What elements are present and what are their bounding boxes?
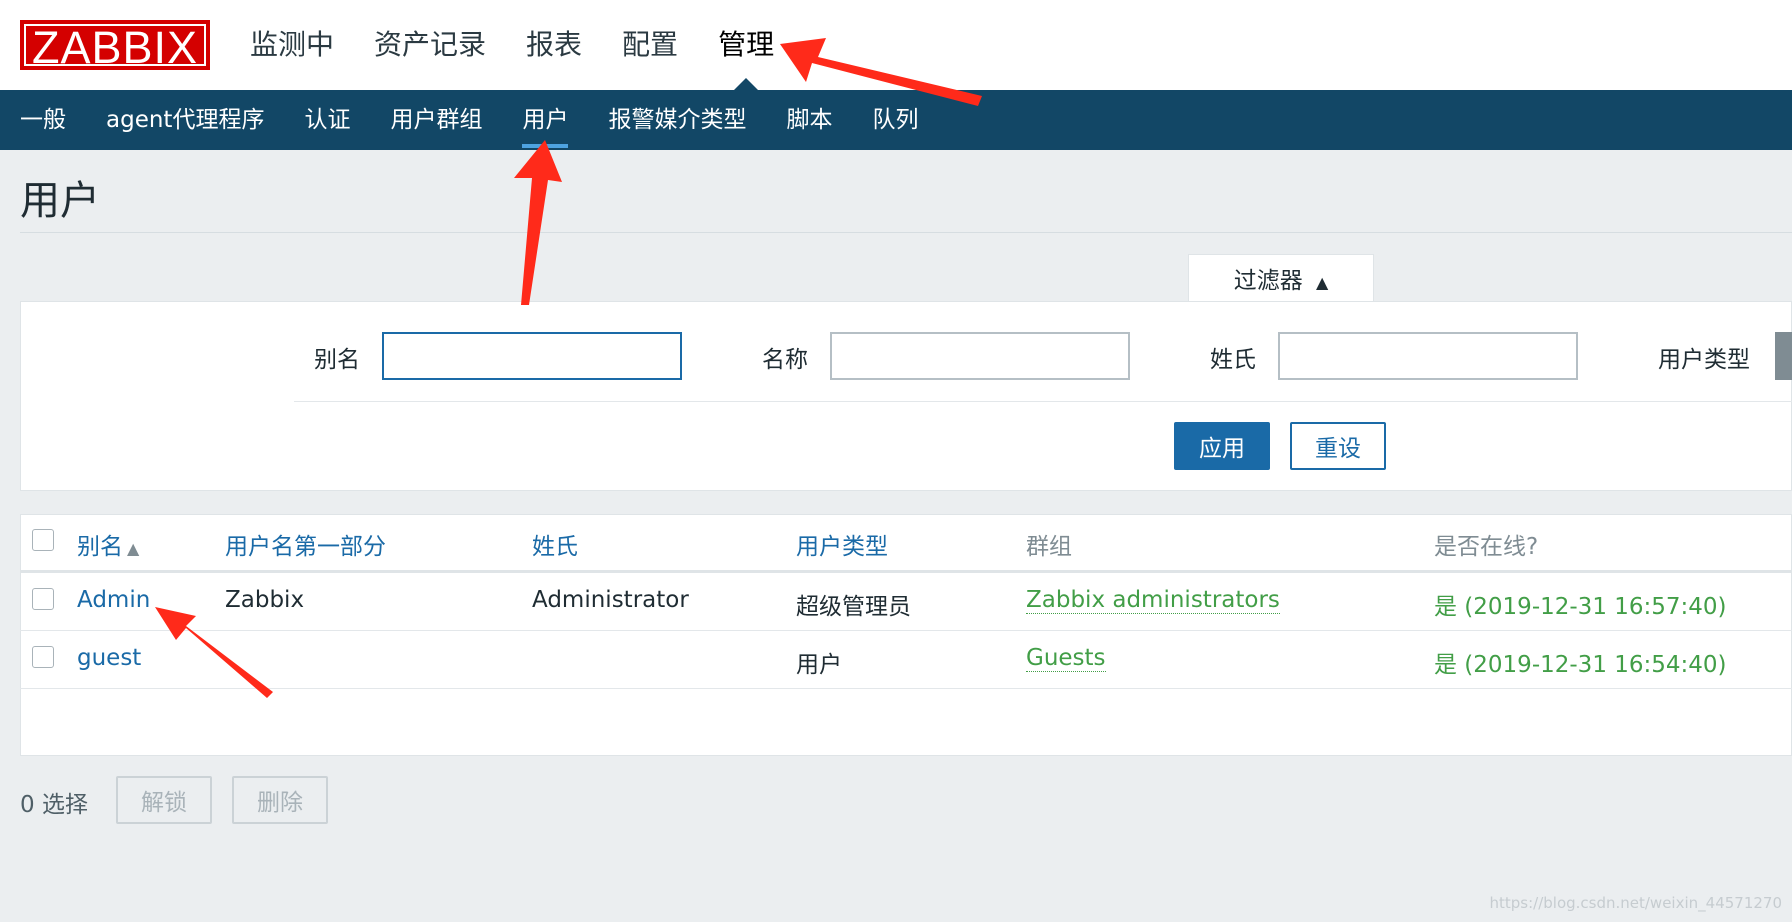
row-checkbox[interactable] (32, 646, 54, 668)
main-nav-configuration[interactable]: 配置 (622, 20, 678, 70)
filter-tab[interactable]: 过滤器 ▲ (1188, 254, 1374, 303)
column-header-user-type[interactable]: 用户类型 (796, 527, 888, 561)
filter-panel (20, 301, 1792, 491)
sub-nav-media-types[interactable]: 报警媒介类型 (608, 90, 746, 150)
column-header-surname[interactable]: 姓氏 (532, 527, 578, 561)
user-name: Zabbix (225, 587, 305, 613)
user-group-link[interactable]: Zabbix administrators (1026, 587, 1280, 614)
sub-nav-queue[interactable]: 队列 (872, 90, 918, 150)
user-group-link[interactable]: Guests (1026, 645, 1106, 672)
sort-ascending-icon: ▲ (127, 539, 140, 558)
user-alias-link[interactable]: guest (77, 645, 141, 671)
filter-surname-label: 姓氏 (1210, 347, 1256, 373)
table-header-divider (20, 570, 1792, 573)
user-online-status: 是 (2019-12-31 16:54:40) (1434, 652, 1727, 678)
main-nav-monitoring[interactable]: 监测中 (250, 20, 334, 70)
reset-button[interactable]: 重设 (1290, 422, 1386, 470)
annotation-arrow-users-tab (514, 140, 562, 305)
filter-alias-label: 别名 (314, 347, 360, 373)
page-title: 用户 (20, 178, 100, 224)
apply-button[interactable]: 应用 (1174, 422, 1270, 470)
triangle-up-icon: ▲ (1316, 273, 1329, 292)
watermark: https://blog.csdn.net/weixin_44571270 (1489, 894, 1782, 912)
filter-user-type-label: 用户类型 (1658, 347, 1750, 373)
user-alias-link[interactable]: Admin (77, 587, 150, 613)
main-nav-reports[interactable]: 报表 (526, 20, 582, 70)
user-surname: Administrator (532, 587, 689, 613)
sub-nav-general[interactable]: 一般 (20, 90, 66, 150)
row-divider (20, 688, 1792, 689)
title-divider (20, 232, 1792, 233)
filter-tab-label: 过滤器 (1233, 268, 1303, 294)
user-type: 超级管理员 (796, 594, 911, 620)
filter-name-input[interactable] (830, 332, 1130, 380)
column-header-groups: 群组 (1026, 534, 1072, 560)
top-header: ZABBIX 监测中 资产记录 报表 配置 管理 (0, 0, 1792, 90)
unlock-button[interactable]: 解锁 (116, 776, 212, 824)
row-checkbox[interactable] (32, 588, 54, 610)
filter-divider (294, 401, 1792, 402)
delete-button[interactable]: 删除 (232, 776, 328, 824)
sub-nav-users[interactable]: 用户 (522, 90, 569, 150)
sub-nav-authentication[interactable]: 认证 (304, 90, 350, 150)
sub-nav-scripts[interactable]: 脚本 (786, 90, 832, 150)
filter-alias-input[interactable] (382, 332, 682, 380)
filter-surname-input[interactable] (1278, 332, 1578, 380)
main-nav-inventory[interactable]: 资产记录 (374, 20, 486, 70)
user-online-status: 是 (2019-12-31 16:57:40) (1434, 594, 1727, 620)
filter-user-type-select[interactable] (1775, 332, 1792, 380)
selected-count: 0 选择 (20, 792, 88, 818)
select-all-checkbox[interactable] (32, 529, 54, 551)
column-header-name[interactable]: 用户名第一部分 (225, 527, 386, 561)
row-divider (20, 630, 1792, 631)
column-header-online: 是否在线? (1434, 534, 1539, 560)
sub-nav-user-groups[interactable]: 用户群组 (390, 90, 482, 150)
sub-nav: 一般 agent代理程序 认证 用户群组 用户 报警媒介类型 脚本 队列 (0, 90, 1792, 150)
user-type: 用户 (796, 652, 842, 678)
column-header-alias[interactable]: 别名 ▲ (77, 527, 139, 561)
main-nav-administration[interactable]: 管理 (718, 20, 774, 90)
sub-nav-proxies[interactable]: agent代理程序 (106, 90, 264, 150)
main-nav: 监测中 资产记录 报表 配置 管理 (250, 20, 814, 90)
zabbix-logo[interactable]: ZABBIX (20, 20, 210, 73)
filter-name-label: 名称 (762, 347, 808, 373)
